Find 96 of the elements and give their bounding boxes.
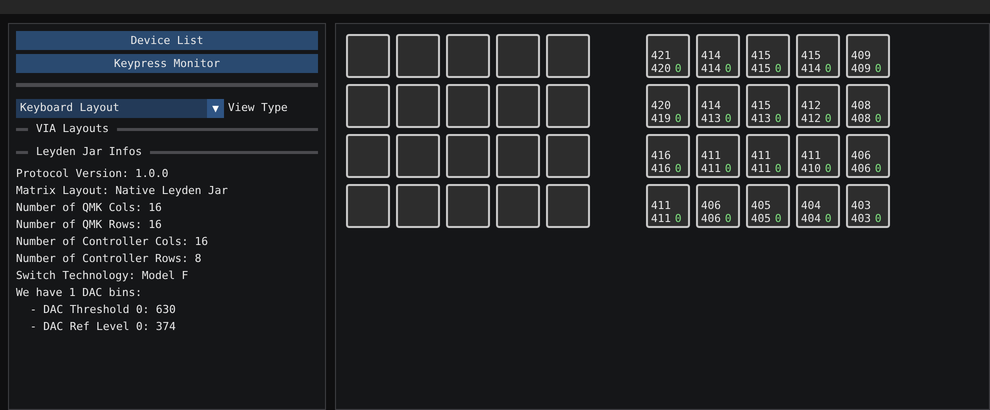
key-reading: 420 <box>651 99 672 112</box>
key-count: 0 <box>874 62 882 75</box>
key-count: 0 <box>774 62 782 75</box>
key-tile <box>346 34 390 78</box>
info-text: Number of Controller Rows: 8 <box>16 251 202 267</box>
key-tile <box>396 184 440 228</box>
info-text: Switch Technology: Model F <box>16 268 190 284</box>
key-reading: 414 <box>701 99 722 112</box>
key-count: 0 <box>824 62 832 75</box>
key-reading: 406 <box>701 212 721 225</box>
key-reading: 411 <box>751 149 772 162</box>
key-reading: 406 <box>851 149 872 162</box>
key-tile <box>346 134 390 178</box>
key-reading: 411 <box>651 199 672 212</box>
key-reading: 411 <box>751 162 771 175</box>
key-count: 0 <box>774 162 782 175</box>
key-count: 0 <box>824 212 832 225</box>
key-reading: 409 <box>851 49 872 62</box>
info-text: Number of QMK Cols: 16 <box>16 200 163 216</box>
key-tile <box>546 184 590 228</box>
key-count: 0 <box>874 212 882 225</box>
section-header: VIA Layouts <box>36 121 109 138</box>
key-count: 0 <box>724 112 732 125</box>
key-reading: 405 <box>751 199 772 212</box>
info-text: Matrix Layout: Native Leyden Jar <box>16 183 229 199</box>
key-tile <box>496 34 540 78</box>
key-reading: 404 <box>801 212 821 225</box>
info-text: We have 1 DAC bins: <box>16 285 143 301</box>
key-reading: 414 <box>701 49 722 62</box>
key-reading: 414 <box>701 62 721 75</box>
key-reading: 410 <box>801 162 821 175</box>
info-text: Protocol Version: 1.0.0 <box>16 166 170 182</box>
info-text: Number of QMK Rows: 16 <box>16 217 163 233</box>
key-tile <box>546 134 590 178</box>
info-text: - DAC Threshold 0: 630 <box>29 302 177 318</box>
key-reading: 404 <box>801 199 822 212</box>
key-reading: 406 <box>851 162 871 175</box>
view-type-label: View Type <box>228 100 288 116</box>
key-tile <box>396 134 440 178</box>
key-count: 0 <box>674 62 682 75</box>
key-count: 0 <box>674 212 682 225</box>
key-reading: 406 <box>701 199 722 212</box>
key-reading: 412 <box>801 112 821 125</box>
key-reading: 416 <box>651 162 671 175</box>
info-text: Number of Controller Cols: 16 <box>16 234 210 250</box>
key-count: 0 <box>774 212 782 225</box>
key-tile <box>496 134 540 178</box>
key-reading: 419 <box>651 112 671 125</box>
key-count: 0 <box>824 162 832 175</box>
key-reading: 408 <box>851 99 872 112</box>
key-reading: 411 <box>701 162 721 175</box>
key-reading: 416 <box>651 149 672 162</box>
key-count: 0 <box>674 162 682 175</box>
key-reading: 420 <box>651 62 671 75</box>
info-text: - DAC Ref Level 0: 374 <box>29 319 177 335</box>
key-reading: 414 <box>801 62 821 75</box>
key-tile <box>396 34 440 78</box>
key-tile <box>546 84 590 128</box>
key-reading: 411 <box>801 149 822 162</box>
key-tile <box>446 184 490 228</box>
key-tile <box>446 84 490 128</box>
key-count: 0 <box>874 162 882 175</box>
key-tile <box>346 84 390 128</box>
key-count: 0 <box>824 112 832 125</box>
key-tile <box>446 134 490 178</box>
key-reading: 421 <box>651 49 672 62</box>
key-reading: 413 <box>751 112 771 125</box>
key-count: 0 <box>724 162 732 175</box>
section-header: Leyden Jar Infos <box>36 144 142 160</box>
key-reading: 413 <box>701 112 721 125</box>
key-count: 0 <box>724 212 732 225</box>
key-count: 0 <box>874 112 882 125</box>
key-count: 0 <box>724 62 732 75</box>
key-reading: 415 <box>801 49 822 62</box>
key-reading: 415 <box>751 62 771 75</box>
key-reading: 403 <box>851 199 872 212</box>
key-count: 0 <box>674 112 682 125</box>
key-reading: 403 <box>851 212 871 225</box>
key-tile <box>346 184 390 228</box>
key-tile <box>546 34 590 78</box>
key-reading: 405 <box>751 212 771 225</box>
nav-button[interactable]: Device List <box>16 31 318 50</box>
key-tile <box>496 184 540 228</box>
key-reading: 411 <box>651 212 671 225</box>
key-reading: 415 <box>751 99 772 112</box>
key-reading: 412 <box>801 99 822 112</box>
key-tile <box>396 84 440 128</box>
key-tile <box>446 34 490 78</box>
key-tile <box>496 84 540 128</box>
view-type-dropdown[interactable]: Keyboard Layout ▼ <box>16 99 224 118</box>
key-count: 0 <box>774 112 782 125</box>
nav-button[interactable]: Keypress Monitor <box>16 54 318 73</box>
key-reading: 409 <box>851 62 871 75</box>
key-reading: 415 <box>751 49 772 62</box>
key-reading: 411 <box>701 149 722 162</box>
key-reading: 408 <box>851 112 871 125</box>
